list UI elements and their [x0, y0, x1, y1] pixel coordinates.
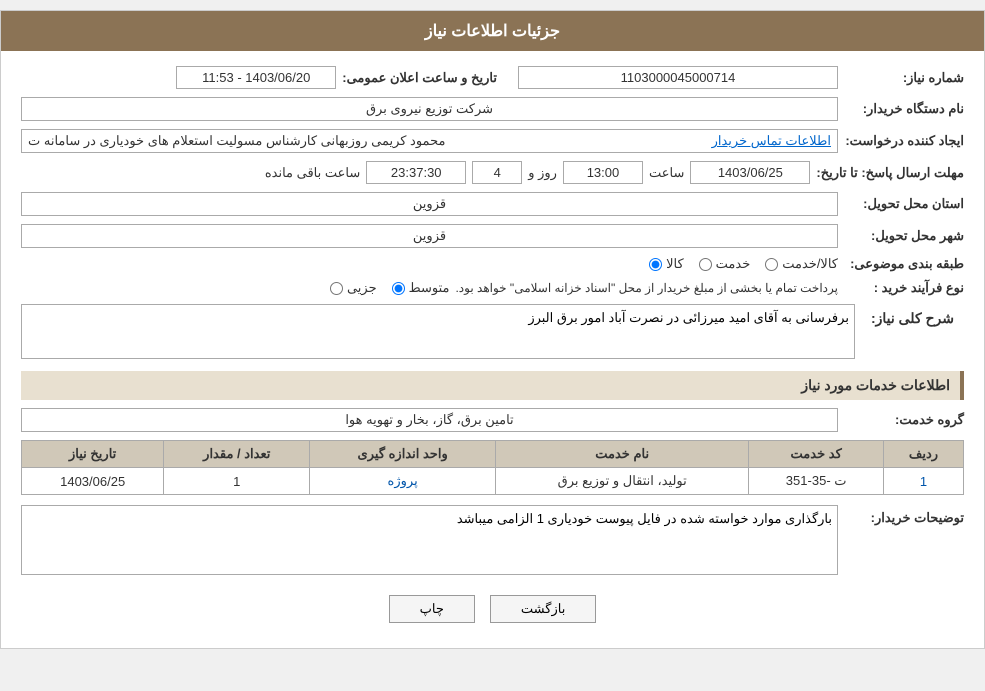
buyer-desc-textarea[interactable] — [21, 505, 838, 575]
cell-code: ت -35-351 — [749, 468, 884, 495]
col-row-number: ردیف — [884, 441, 964, 468]
deadline-row: مهلت ارسال پاسخ: تا تاریخ: 1403/06/25 سا… — [21, 161, 964, 184]
need-description-label: شرح کلی نیاز: — [861, 304, 964, 333]
service-group-label: گروه خدمت: — [844, 412, 964, 428]
services-section-header: اطلاعات خدمات مورد نیاز — [21, 371, 964, 400]
category-option-kala-khedmat[interactable]: کالا/خدمت — [765, 256, 838, 272]
buyer-desc-label: توضیحات خریدار: — [844, 505, 964, 526]
purchase-type-jozii-label: جزیی — [347, 280, 377, 296]
cell-count: 1 — [164, 468, 310, 495]
content-area: شماره نیاز: 1103000045000714 تاریخ و ساع… — [1, 51, 984, 648]
purchase-type-description: پرداخت تمام یا بخشی از مبلغ خریدار از مح… — [455, 281, 838, 295]
city-label: شهر محل تحویل: — [844, 228, 964, 244]
table-row: 1 ت -35-351 تولید، انتقال و توزیع برق پر… — [22, 468, 964, 495]
cell-date: 1403/06/25 — [22, 468, 164, 495]
col-code: کد خدمت — [749, 441, 884, 468]
cell-row-number: 1 — [884, 468, 964, 495]
deadline-days: 4 — [472, 161, 522, 184]
table-header-row: ردیف کد خدمت نام خدمت واحد اندازه گیری ت… — [22, 441, 964, 468]
back-button[interactable]: بازگشت — [490, 595, 596, 623]
announce-date-label: تاریخ و ساعت اعلان عمومی: — [342, 70, 497, 86]
creator-row: ایجاد کننده درخواست: اطلاعات تماس خریدار… — [21, 129, 964, 153]
col-unit: واحد اندازه گیری — [310, 441, 496, 468]
creator-value: اطلاعات تماس خریدار محمود کریمی روزبهانی… — [21, 129, 838, 153]
category-kala-khedmat-label: کالا/خدمت — [782, 256, 838, 272]
purchase-type-label: نوع فرآیند خرید : — [844, 280, 964, 296]
col-name: نام خدمت — [496, 441, 749, 468]
need-number-label: شماره نیاز: — [844, 70, 964, 86]
purchase-type-jozii[interactable]: جزیی — [330, 280, 377, 296]
creator-label: ایجاد کننده درخواست: — [844, 133, 964, 149]
deadline-remaining-label: ساعت باقی مانده — [265, 165, 360, 181]
purchase-type-row: نوع فرآیند خرید : پرداخت تمام یا بخشی از… — [21, 280, 964, 296]
service-group-value: تامین برق، گاز، بخار و تهویه هوا — [21, 408, 838, 432]
purchase-type-mutawasset-label: متوسط — [409, 280, 450, 296]
purchase-type-mutawasset-radio[interactable] — [392, 282, 405, 295]
category-khedmat-radio[interactable] — [699, 258, 712, 271]
category-radio-group: کالا/خدمت خدمت کالا — [649, 256, 838, 272]
category-khedmat-label: خدمت — [716, 256, 751, 272]
purchase-type-container: پرداخت تمام یا بخشی از مبلغ خریدار از مح… — [21, 280, 838, 296]
need-number-value: 1103000045000714 — [518, 66, 838, 89]
col-count: تعداد / مقدار — [164, 441, 310, 468]
buyer-org-value: شرکت توزیع نیروی برق — [21, 97, 838, 121]
category-label: طبقه بندی موضوعی: — [844, 256, 964, 272]
page-header: جزئیات اطلاعات نیاز — [1, 11, 984, 51]
province-label: استان محل تحویل: — [844, 196, 964, 212]
need-number-row: شماره نیاز: 1103000045000714 تاریخ و ساع… — [21, 66, 964, 89]
category-option-kala[interactable]: کالا — [649, 256, 684, 272]
deadline-time-label: ساعت — [649, 165, 684, 181]
category-option-khedmat[interactable]: خدمت — [699, 256, 751, 272]
category-row: طبقه بندی موضوعی: کالا/خدمت خدمت کالا — [21, 256, 964, 272]
buyer-org-row: نام دستگاه خریدار: شرکت توزیع نیروی برق — [21, 97, 964, 121]
deadline-date: 1403/06/25 — [690, 161, 810, 184]
cell-name: تولید، انتقال و توزیع برق — [496, 468, 749, 495]
page-title: جزئیات اطلاعات نیاز — [425, 23, 560, 40]
category-kala-khedmat-radio[interactable] — [765, 258, 778, 271]
purchase-type-mutawasset[interactable]: متوسط — [392, 280, 450, 296]
need-description-row: شرح کلی نیاز: برفرسانی به آقای امید میرز… — [21, 304, 964, 359]
creator-text: محمود کریمی روزبهانی کارشناس مسولیت استع… — [28, 133, 445, 149]
purchase-type-jozii-radio[interactable] — [330, 282, 343, 295]
purchase-type-radio-group: متوسط جزیی — [330, 280, 450, 296]
need-description-textarea[interactable]: برفرسانی به آقای امید میرزائی در نصرت آب… — [21, 304, 855, 359]
province-row: استان محل تحویل: قزوین — [21, 192, 964, 216]
province-value: قزوین — [21, 192, 838, 216]
buttons-row: بازگشت چاپ — [21, 595, 964, 623]
city-row: شهر محل تحویل: قزوین — [21, 224, 964, 248]
cell-unit: پروژه — [310, 468, 496, 495]
print-button[interactable]: چاپ — [389, 595, 475, 623]
page-wrapper: جزئیات اطلاعات نیاز شماره نیاز: 11030000… — [0, 10, 985, 649]
buyer-org-label: نام دستگاه خریدار: — [844, 101, 964, 117]
category-kala-label: کالا — [666, 256, 684, 272]
col-date: تاریخ نیاز — [22, 441, 164, 468]
deadline-days-label: روز و — [528, 165, 557, 181]
creator-link[interactable]: اطلاعات تماس خریدار — [712, 133, 831, 149]
service-group-row: گروه خدمت: تامین برق، گاز، بخار و تهویه … — [21, 408, 964, 432]
deadline-remaining: 23:37:30 — [366, 161, 466, 184]
buyer-desc-row: توضیحات خریدار: — [21, 505, 964, 575]
category-kala-radio[interactable] — [649, 258, 662, 271]
deadline-label: مهلت ارسال پاسخ: تا تاریخ: — [816, 165, 964, 181]
announce-date-value: 1403/06/20 - 11:53 — [176, 66, 336, 89]
deadline-time: 13:00 — [563, 161, 643, 184]
city-value: قزوین — [21, 224, 838, 248]
services-table: ردیف کد خدمت نام خدمت واحد اندازه گیری ت… — [21, 440, 964, 495]
